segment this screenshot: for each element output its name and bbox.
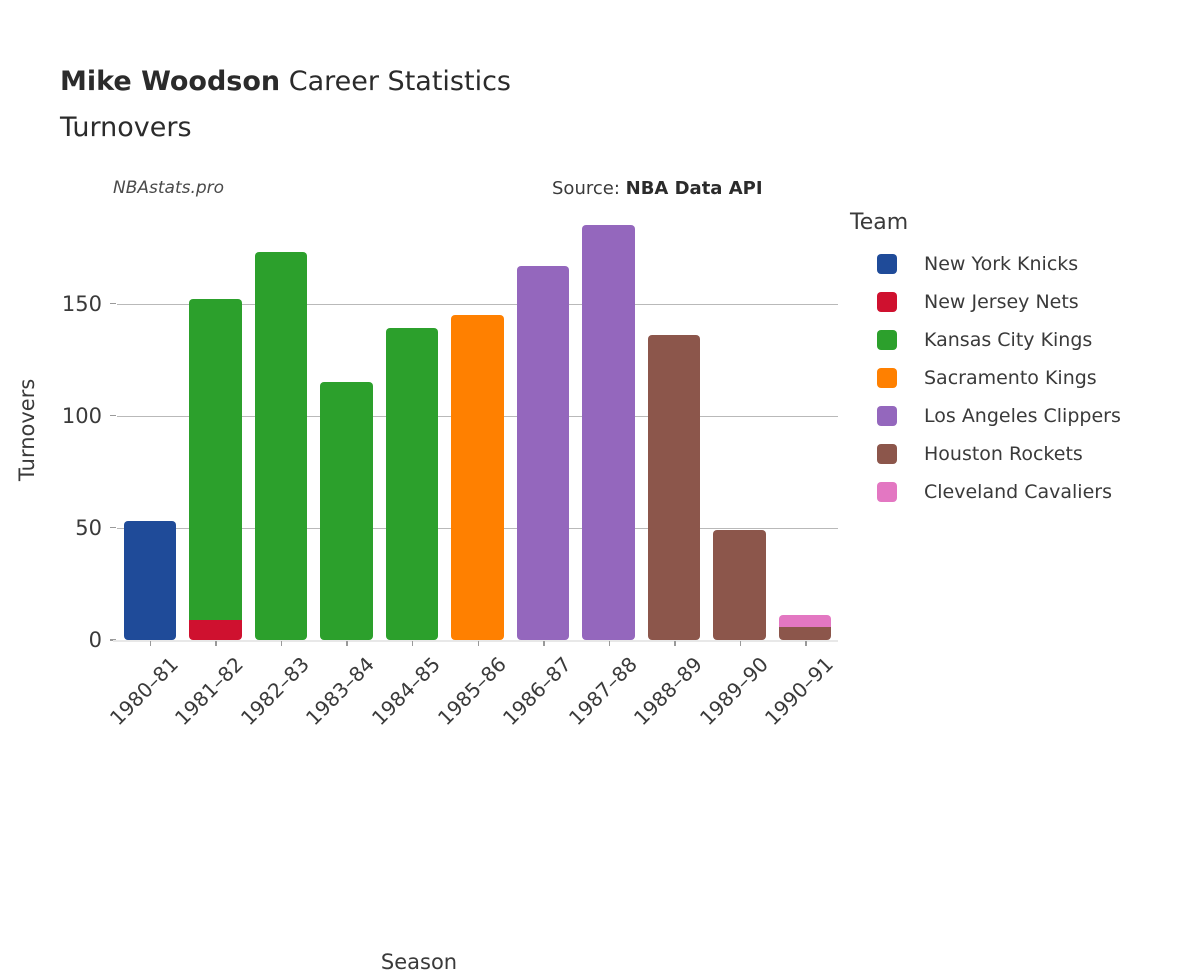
page-title: Mike Woodson Career Statistics <box>60 66 511 97</box>
bar-segment[interactable] <box>123 521 176 640</box>
x-tick-mark <box>739 641 742 646</box>
source-note: Source: NBA Data API <box>552 178 763 199</box>
legend: Team New York Knicks New Jersey Nets Kansa… <box>850 210 1195 511</box>
legend-swatch-icon <box>877 292 897 312</box>
x-tick-label: 1984–85 <box>366 652 445 731</box>
x-tick-label: 1988–89 <box>629 652 708 731</box>
y-tick-mark <box>110 302 116 305</box>
bar-1989-90[interactable] <box>713 530 766 640</box>
legend-item[interactable]: Kansas City Kings <box>850 321 1195 359</box>
x-tick-mark <box>805 641 807 646</box>
bar-1983-84[interactable] <box>320 382 373 640</box>
x-axis-baseline <box>113 640 838 642</box>
x-tick-mark <box>608 641 611 646</box>
y-tick-mark <box>110 414 116 417</box>
bar-segment[interactable] <box>385 328 439 640</box>
y-tick-label: 0 <box>88 628 102 652</box>
bar-segment[interactable] <box>516 265 570 640</box>
bar-1990-91[interactable] <box>779 615 832 640</box>
legend-swatch-icon <box>877 368 897 388</box>
bar-segment[interactable] <box>254 252 308 640</box>
bar-segment[interactable] <box>189 619 242 640</box>
y-tick-label: 50 <box>75 515 102 540</box>
bar-1982-83[interactable] <box>254 252 308 640</box>
chart-canvas: Mike Woodson Career Statistics Turnovers… <box>0 0 1200 974</box>
watermark: NBAstats.pro <box>113 178 225 198</box>
x-tick-mark <box>411 641 414 646</box>
legend-swatch-icon <box>877 406 897 426</box>
legend-item-label: New Jersey Nets <box>924 291 1079 313</box>
legend-item[interactable]: New York Knicks <box>850 245 1195 283</box>
bar-segment[interactable] <box>451 314 504 640</box>
x-tick-mark <box>543 641 545 646</box>
legend-item-label: Los Angeles Clippers <box>924 405 1121 427</box>
x-tick-mark <box>280 641 283 646</box>
legend-swatch-icon <box>877 330 897 350</box>
bar-segment[interactable] <box>320 382 373 640</box>
bar-segment[interactable] <box>779 615 832 627</box>
y-tick-mark <box>110 526 116 529</box>
x-tick-label: 1990–91 <box>760 652 839 731</box>
x-tick-mark <box>149 641 152 646</box>
x-axis-label: Season <box>380 950 458 974</box>
legend-item-label: Cleveland Cavaliers <box>924 481 1112 503</box>
x-tick-mark <box>674 641 676 646</box>
legend-swatch-icon <box>877 254 897 274</box>
chart-subtitle: Turnovers <box>60 112 192 143</box>
x-tick-label: 1989–90 <box>694 652 773 731</box>
legend-item[interactable]: Houston Rockets <box>850 435 1195 473</box>
player-name: Mike Woodson <box>60 66 281 97</box>
legend-item-label: Sacramento Kings <box>924 367 1097 389</box>
plot-area: 0 50 100 150 Turnovers 1980–81 1981–82 1982–83 1… <box>15 205 838 974</box>
x-tick-label: 1980–81 <box>104 652 183 731</box>
legend-swatch-icon <box>877 482 897 502</box>
legend-item[interactable]: New Jersey Nets <box>850 283 1195 321</box>
x-tick-label: 1986–87 <box>497 652 577 731</box>
y-tick-label: 100 <box>61 403 102 428</box>
legend-item-label: Houston Rockets <box>924 443 1083 465</box>
bar-segment[interactable] <box>713 530 766 640</box>
x-tick-mark <box>477 641 479 646</box>
y-tick-label: 150 <box>61 291 102 316</box>
bar-segment[interactable] <box>582 225 635 640</box>
legend-item[interactable]: Los Angeles Clippers <box>850 397 1195 435</box>
legend-swatch-icon <box>877 444 897 464</box>
x-tick-mark <box>215 641 217 646</box>
title-suffix: Career Statistics <box>288 66 511 97</box>
bar-segment[interactable] <box>189 299 242 620</box>
legend-item-label: New York Knicks <box>924 253 1079 275</box>
x-tick-label: 1983–84 <box>301 652 380 731</box>
x-tick-label: 1985–86 <box>432 652 511 731</box>
bar-1984-85[interactable] <box>385 328 439 640</box>
bar-1988-89[interactable] <box>647 335 701 640</box>
source-name: NBA Data API <box>625 178 763 199</box>
source-prefix: Source: <box>552 178 620 199</box>
bar-1985-86[interactable] <box>451 314 504 640</box>
bar-1987-88[interactable] <box>582 225 635 640</box>
legend-item-label: Kansas City Kings <box>924 329 1093 351</box>
bar-1981-82[interactable] <box>189 299 242 640</box>
x-tick-label: 1982–83 <box>235 652 314 731</box>
x-tick-label: 1981–82 <box>170 652 249 731</box>
bar-segment[interactable] <box>647 335 701 640</box>
legend-item[interactable]: Sacramento Kings <box>850 359 1195 397</box>
x-tick-label: 1987–88 <box>563 652 642 731</box>
x-tick-mark <box>346 641 348 646</box>
bar-segment[interactable] <box>779 626 832 640</box>
bar-1986-87[interactable] <box>516 265 570 640</box>
legend-item[interactable]: Cleveland Cavaliers <box>850 473 1195 511</box>
legend-title: Team <box>850 210 909 235</box>
y-axis-label: Turnovers <box>15 378 39 481</box>
bar-1980-81[interactable] <box>123 521 176 640</box>
